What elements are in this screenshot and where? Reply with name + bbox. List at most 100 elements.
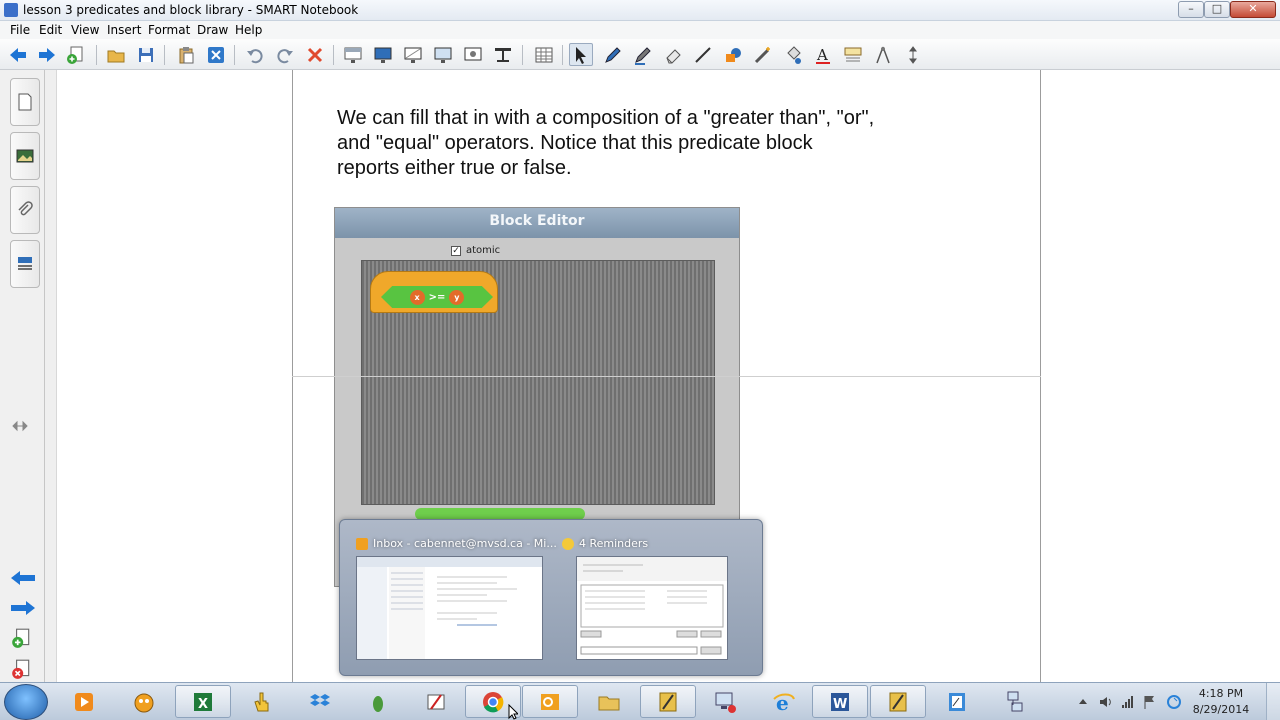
taskbar-footprint-app[interactable] bbox=[350, 685, 406, 718]
preview-title-reminders[interactable]: 4 Reminders bbox=[562, 537, 648, 550]
taskbar-word[interactable]: W bbox=[812, 685, 868, 718]
paperclip-icon bbox=[18, 201, 33, 216]
forward-arrow-icon[interactable] bbox=[35, 43, 59, 66]
table-icon[interactable] bbox=[532, 43, 556, 66]
smart-notebook-icon bbox=[4, 3, 18, 17]
window-title: lesson 3 predicates and block library - … bbox=[23, 3, 359, 17]
text-icon[interactable]: A bbox=[811, 43, 835, 66]
eraser-icon[interactable] bbox=[661, 43, 685, 66]
taskbar-smart-notebook[interactable] bbox=[640, 685, 696, 718]
next-page-icon[interactable] bbox=[10, 600, 36, 616]
delete-x-icon[interactable] bbox=[303, 43, 327, 66]
screen-capture-icon[interactable] bbox=[461, 43, 485, 66]
shapes-icon[interactable] bbox=[721, 43, 745, 66]
inbox-preview-thumbnail[interactable] bbox=[356, 556, 543, 660]
close-button[interactable]: ✕ bbox=[1230, 1, 1276, 18]
resize-arrows-icon[interactable] bbox=[12, 420, 28, 432]
taskbar-app-pointer[interactable] bbox=[234, 685, 290, 718]
menu-edit[interactable]: Edit bbox=[39, 23, 62, 37]
clock-date[interactable]: 8/29/2014 bbox=[1188, 703, 1254, 716]
undo-icon[interactable] bbox=[243, 43, 267, 66]
transparent-background-icon[interactable] bbox=[401, 43, 425, 66]
start-button[interactable] bbox=[4, 684, 48, 720]
taskbar-internet-explorer[interactable]: e bbox=[756, 685, 812, 718]
display-icon[interactable] bbox=[431, 43, 455, 66]
menu-view[interactable]: View bbox=[71, 23, 99, 37]
gallery-icon bbox=[16, 149, 34, 163]
reminders-preview-thumbnail[interactable] bbox=[576, 556, 728, 660]
media-player-icon bbox=[75, 692, 93, 711]
slide-text[interactable]: We can fill that in with a composition o… bbox=[337, 106, 877, 181]
sync-icon[interactable] bbox=[1166, 694, 1182, 710]
delete-box-icon[interactable] bbox=[204, 43, 228, 66]
taskbar-remote-desktop[interactable] bbox=[697, 685, 753, 718]
svg-text:X: X bbox=[198, 697, 208, 712]
toolbar: A bbox=[0, 39, 1280, 70]
excel-icon: X bbox=[194, 692, 212, 712]
clock-time[interactable]: 4:18 PM bbox=[1188, 687, 1254, 700]
notebook-pen-icon-2 bbox=[889, 692, 907, 711]
maximize-button[interactable]: □ bbox=[1204, 1, 1230, 18]
add-page-icon[interactable] bbox=[64, 43, 88, 66]
taskbar-media-player[interactable] bbox=[56, 685, 112, 718]
taskbar-scratch[interactable] bbox=[116, 685, 172, 718]
network-signal-icon[interactable] bbox=[1120, 694, 1136, 710]
line-icon[interactable] bbox=[691, 43, 715, 66]
slot-x: x bbox=[409, 289, 425, 305]
taskbar-excel[interactable]: X bbox=[175, 685, 231, 718]
delete-page-icon[interactable] bbox=[10, 658, 32, 680]
taskbar-notes[interactable] bbox=[929, 685, 985, 718]
open-folder-icon[interactable] bbox=[104, 43, 128, 66]
action-center-flag-icon[interactable] bbox=[1142, 694, 1158, 710]
magic-pen-icon[interactable] bbox=[751, 43, 775, 66]
taskbar: X e W 4:18 PM 8/29/2014 bbox=[0, 682, 1280, 720]
taskbar-snipping-tool[interactable] bbox=[408, 685, 464, 718]
previous-page-icon[interactable] bbox=[10, 570, 36, 586]
gallery-tab[interactable] bbox=[10, 132, 40, 180]
back-arrow-icon[interactable] bbox=[6, 43, 30, 66]
page-sorter-tab[interactable] bbox=[10, 78, 40, 126]
workspace-right bbox=[1041, 70, 1280, 682]
taskbar-outlook[interactable] bbox=[522, 685, 578, 718]
menu-help[interactable]: Help bbox=[235, 23, 262, 37]
dropbox-icon bbox=[310, 693, 330, 706]
screen-shade-icon[interactable] bbox=[341, 43, 365, 66]
taskbar-dropbox[interactable] bbox=[292, 685, 348, 718]
snipping-tool-icon bbox=[427, 693, 445, 710]
minimize-button[interactable]: – bbox=[1178, 1, 1204, 18]
document-camera-icon[interactable] bbox=[491, 43, 515, 66]
taskbar-notebook-2[interactable] bbox=[870, 685, 926, 718]
menu-file[interactable]: File bbox=[10, 23, 30, 37]
taskbar-network-app[interactable] bbox=[987, 685, 1043, 718]
page-divider-line bbox=[292, 376, 1041, 377]
preview-title-inbox[interactable]: Inbox - cabennet@mvsd.ca - Mi... bbox=[356, 537, 557, 550]
fill-icon[interactable] bbox=[781, 43, 805, 66]
side-panel-scrollbar[interactable] bbox=[45, 70, 57, 682]
show-desktop-button[interactable] bbox=[1266, 683, 1280, 720]
notebook-pen-icon bbox=[659, 692, 677, 711]
creative-pen-icon[interactable] bbox=[631, 43, 655, 66]
page-sorter-icon bbox=[18, 93, 32, 111]
attachments-tab[interactable] bbox=[10, 186, 40, 234]
add-page-side-icon[interactable] bbox=[10, 627, 32, 649]
save-icon[interactable] bbox=[134, 43, 158, 66]
full-screen-icon[interactable] bbox=[371, 43, 395, 66]
volume-icon[interactable] bbox=[1098, 694, 1114, 710]
redo-icon[interactable] bbox=[273, 43, 297, 66]
handwriting-recognition-icon[interactable] bbox=[841, 43, 865, 66]
menu-draw[interactable]: Draw bbox=[197, 23, 228, 37]
taskbar-explorer[interactable] bbox=[581, 685, 637, 718]
mouse-cursor-icon bbox=[508, 704, 518, 720]
menu-format[interactable]: Format bbox=[148, 23, 190, 37]
measurement-tools-icon[interactable] bbox=[871, 43, 895, 66]
menu-insert[interactable]: Insert bbox=[107, 23, 141, 37]
properties-tab[interactable] bbox=[10, 240, 40, 288]
show-hidden-icons-icon[interactable] bbox=[1078, 697, 1088, 705]
pen-icon[interactable] bbox=[601, 43, 625, 66]
word-icon: W bbox=[831, 692, 849, 712]
paste-icon[interactable] bbox=[174, 43, 198, 66]
toolbar-move-icon[interactable] bbox=[901, 43, 925, 66]
select-pointer-icon[interactable] bbox=[569, 43, 593, 66]
reminders-thumbnail-image bbox=[577, 557, 727, 655]
taskbar-preview-popup: Inbox - cabennet@mvsd.ca - Mi... 4 Remin… bbox=[339, 519, 763, 676]
